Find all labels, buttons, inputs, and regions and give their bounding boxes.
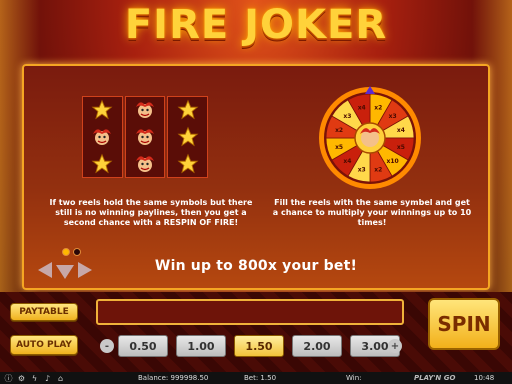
game-title: FIRE JOKER: [124, 2, 388, 48]
wheel-multiplier-label: x5: [335, 144, 343, 151]
bet-option-1.00[interactable]: 1.00: [176, 335, 226, 357]
star-icon: [91, 99, 113, 120]
settings-icon[interactable]: ⚙: [17, 374, 26, 383]
mini-reels-illustration: [82, 96, 209, 178]
bet-option-1.50[interactable]: 1.50: [234, 335, 284, 357]
wheel-multiplier-label: x3: [358, 166, 366, 173]
bet-option-0.50[interactable]: 0.50: [118, 335, 168, 357]
wheel-multiplier-label: x4: [358, 105, 366, 112]
autoplay-button[interactable]: AUTO PLAY: [10, 335, 78, 355]
navigation-arrows: [38, 262, 92, 279]
bet-increase-button[interactable]: +: [388, 339, 402, 353]
bet-selector: 0.50 1.00 1.50 2.00 3.00: [118, 335, 400, 357]
arrow-left-icon[interactable]: [38, 262, 52, 278]
sound-icon[interactable]: ♪: [43, 374, 52, 383]
spin-button[interactable]: SPIN: [428, 298, 500, 350]
wheel-multiplier-label: x4: [343, 158, 351, 165]
paytable-button[interactable]: PAYTABLE: [10, 303, 78, 321]
provider-logo: PLAY'N GO: [414, 374, 456, 382]
joker-icon: [136, 129, 154, 145]
info-icon[interactable]: ⓘ: [4, 374, 13, 383]
wheel-multiplier-label: x10: [387, 158, 399, 165]
star-icon: [91, 153, 113, 174]
win-readout: Win:: [346, 374, 362, 382]
respin-description: If two reels hold the same symbols but t…: [49, 198, 253, 227]
wheel-multiplier-label: x2: [335, 127, 343, 134]
message-display: [96, 299, 404, 325]
arrow-down-icon[interactable]: [56, 265, 74, 279]
wheel-multiplier-label: x5: [397, 144, 405, 151]
joker-icon: [136, 102, 154, 119]
joker-icon: [93, 129, 112, 145]
wheel-multiplier-label: x3: [389, 113, 397, 120]
arrow-right-icon[interactable]: [78, 262, 92, 278]
multiplier-wheel: x2x3x4x5x10x2x3x4x5x2x3x4: [319, 86, 421, 189]
star-icon: [177, 153, 199, 173]
page-dot-2[interactable]: [73, 248, 81, 256]
wheel-multiplier-label: x3: [343, 113, 351, 120]
lightning-icon[interactable]: ϟ: [30, 374, 39, 383]
joker-icon: [136, 156, 154, 172]
wheel-multiplier-label: x4: [397, 127, 405, 134]
page-indicator: [62, 248, 81, 256]
home-icon[interactable]: ⌂: [56, 374, 65, 383]
wheel-description: Fill the reels with the same symbel and …: [272, 198, 472, 227]
star-icon: [177, 99, 199, 120]
mini-reel-1: [82, 96, 123, 178]
max-win-text: Win up to 800x your bet!: [154, 258, 358, 274]
wheel-multiplier-label: x2: [374, 105, 382, 112]
bet-readout: Bet: 1.50: [244, 374, 277, 382]
clock: 10:48: [474, 374, 495, 382]
page-dot-1[interactable]: [62, 248, 70, 256]
status-bar: ⓘ ⚙ ϟ ♪ ⌂ Balance: 999998.50 Bet: 1.50 W…: [0, 372, 512, 384]
bet-decrease-button[interactable]: -: [100, 339, 114, 353]
mini-reel-3: [167, 96, 209, 178]
mini-reel-2: [124, 96, 166, 178]
balance-readout: Balance: 999998.50: [138, 374, 209, 382]
wheel-multiplier-label: x2: [374, 166, 382, 173]
star-icon: [177, 126, 199, 147]
bet-option-2.00[interactable]: 2.00: [292, 335, 342, 357]
